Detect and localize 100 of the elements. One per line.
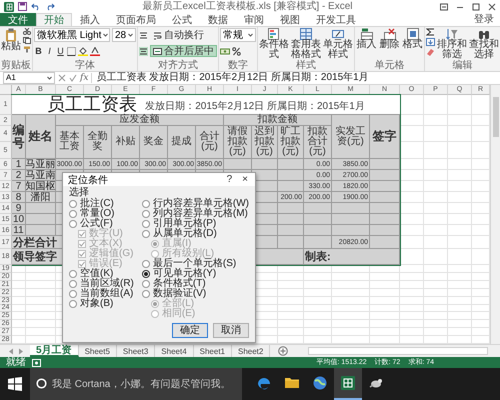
spreadsheet-app-icon[interactable] bbox=[340, 375, 356, 391]
ribbon-tab[interactable]: 开发工具 bbox=[308, 13, 364, 26]
radio-button[interactable] bbox=[142, 290, 150, 298]
redo-icon[interactable] bbox=[45, 2, 55, 11]
ribbon-display-icon[interactable] bbox=[440, 2, 448, 10]
ribbon-tab[interactable]: 开始 bbox=[36, 13, 72, 26]
radio-option[interactable]: 当前区域(R) bbox=[69, 279, 136, 289]
radio-button[interactable] bbox=[142, 280, 150, 288]
cell-style-button[interactable]: 单元格样式 bbox=[323, 28, 354, 60]
radio-option[interactable]: 条件格式(T) bbox=[142, 279, 249, 289]
insert-icon[interactable] bbox=[360, 28, 373, 40]
align-icon[interactable] bbox=[139, 46, 148, 56]
sort-filter-button[interactable]: 排序和筛选 bbox=[437, 28, 468, 60]
cancel-button[interactable]: 取消 bbox=[213, 323, 249, 338]
radio-button[interactable] bbox=[69, 300, 77, 308]
empty-cell[interactable] bbox=[370, 159, 400, 170]
empty-cell[interactable] bbox=[26, 225, 56, 236]
radio-button[interactable] bbox=[142, 210, 150, 218]
radio-option[interactable]: 当前数组(A) bbox=[69, 289, 136, 299]
taskbar-button[interactable] bbox=[334, 368, 362, 400]
empty-cell[interactable] bbox=[370, 181, 400, 192]
empty-cell[interactable] bbox=[332, 214, 370, 225]
radio-button[interactable] bbox=[142, 230, 150, 238]
radio-option[interactable]: 行内容差异单元格(W) bbox=[142, 199, 249, 209]
fill-color-icon[interactable] bbox=[78, 46, 88, 56]
select-all-corner[interactable] bbox=[0, 85, 12, 95]
radio-option[interactable]: 公式(F) bbox=[69, 219, 136, 229]
insert-function-button[interactable]: fx bbox=[80, 73, 88, 83]
cancel-icon[interactable] bbox=[58, 74, 66, 82]
radio-option[interactable]: 批注(C) bbox=[69, 199, 136, 209]
ok-button[interactable]: 确定 bbox=[172, 323, 208, 338]
conditional-format-icon[interactable] bbox=[268, 28, 280, 40]
empty-cell[interactable] bbox=[332, 225, 370, 236]
close-icon[interactable] bbox=[488, 2, 496, 10]
brush-icon[interactable] bbox=[23, 46, 31, 53]
ribbon-tab[interactable]: 公式 bbox=[164, 13, 200, 26]
radio-option[interactable]: 常量(O) bbox=[69, 209, 136, 219]
radio-option[interactable]: 从属单元格(D) bbox=[142, 229, 249, 239]
conditional-format-button[interactable]: 条件格式 bbox=[259, 28, 290, 60]
format-button[interactable]: 格式 bbox=[402, 28, 424, 50]
empty-cell[interactable] bbox=[278, 236, 304, 249]
percent-icon[interactable] bbox=[232, 46, 242, 56]
paste-button[interactable]: 粘贴 bbox=[1, 28, 21, 52]
name-box[interactable]: A1 bbox=[3, 72, 55, 84]
ribbon-tab[interactable]: 数据 bbox=[200, 13, 236, 26]
cell-style-icon[interactable] bbox=[332, 28, 344, 40]
ribbon-tab[interactable]: 视图 bbox=[272, 13, 308, 26]
empty-cell[interactable] bbox=[252, 159, 278, 170]
table-format-button[interactable]: 套用表格格式 bbox=[291, 28, 322, 60]
bold-button[interactable]: B bbox=[34, 46, 43, 56]
vertical-scrollbar[interactable] bbox=[490, 85, 500, 344]
radio-button[interactable] bbox=[142, 200, 150, 208]
wrap-text-button[interactable]: 自动换行 bbox=[150, 29, 208, 41]
sheet-tab[interactable]: 5月工资 bbox=[30, 345, 79, 357]
empty-cell[interactable] bbox=[304, 203, 332, 214]
empty-cell[interactable] bbox=[278, 214, 304, 225]
binoculars-icon[interactable] bbox=[478, 28, 490, 40]
formula-field[interactable]: 员工工资表 发放日期：2015年2月12日 所属日期：2015年1月 bbox=[91, 73, 497, 83]
empty-cell[interactable] bbox=[278, 203, 304, 214]
radio-option[interactable]: 引用单元格(P) bbox=[142, 219, 249, 229]
align-icon[interactable] bbox=[139, 30, 148, 40]
help-button[interactable]: ? bbox=[224, 174, 234, 186]
table-format-icon[interactable] bbox=[300, 28, 312, 40]
empty-cell[interactable] bbox=[332, 203, 370, 214]
copy-icon[interactable] bbox=[23, 37, 31, 44]
scissors-icon[interactable] bbox=[23, 28, 31, 35]
fill-down-icon[interactable] bbox=[426, 38, 436, 46]
find-select-button[interactable]: 查找和选择 bbox=[469, 28, 500, 60]
empty-cell[interactable] bbox=[26, 214, 56, 225]
radio-option[interactable]: 列内容差异单元格(M) bbox=[142, 209, 249, 219]
radio-button[interactable] bbox=[69, 280, 77, 288]
radio-button[interactable] bbox=[69, 270, 77, 278]
radio-option[interactable]: 数据验证(V) bbox=[142, 289, 249, 299]
radio-button[interactable] bbox=[142, 260, 150, 268]
empty-cell[interactable] bbox=[370, 203, 400, 214]
radio-button[interactable] bbox=[142, 270, 150, 278]
empty-cell[interactable] bbox=[278, 170, 304, 181]
currency-icon[interactable] bbox=[220, 46, 230, 56]
empty-cell[interactable] bbox=[304, 225, 332, 236]
search-field[interactable]: 我是 Cortana，小娜。有问题尽管问我。 bbox=[30, 368, 242, 400]
number-format-dropdown[interactable]: 常规 bbox=[220, 28, 256, 42]
check-icon[interactable] bbox=[69, 74, 77, 82]
folder-icon[interactable] bbox=[284, 375, 300, 391]
font-color-icon[interactable] bbox=[90, 46, 100, 56]
sum-icon[interactable] bbox=[426, 28, 436, 36]
ribbon-tab[interactable]: 插入 bbox=[72, 13, 108, 26]
ribbon-tab[interactable]: 页面布局 bbox=[108, 13, 164, 26]
radio-option[interactable]: 对象(B) bbox=[69, 299, 136, 309]
radio-button[interactable] bbox=[69, 290, 77, 298]
sort-filter-icon[interactable] bbox=[446, 28, 458, 40]
empty-cell[interactable] bbox=[370, 225, 400, 236]
undo-icon[interactable] bbox=[31, 2, 41, 11]
sign-in-link[interactable]: 登录 bbox=[468, 13, 500, 26]
windows-icon[interactable] bbox=[8, 377, 22, 391]
empty-cell[interactable] bbox=[370, 214, 400, 225]
empty-cell[interactable] bbox=[370, 170, 400, 181]
delete-icon[interactable] bbox=[384, 28, 396, 40]
radio-option[interactable]: 可见单元格(Y) bbox=[142, 269, 249, 279]
paste-icon[interactable] bbox=[4, 28, 18, 42]
empty-cell[interactable] bbox=[370, 192, 400, 203]
